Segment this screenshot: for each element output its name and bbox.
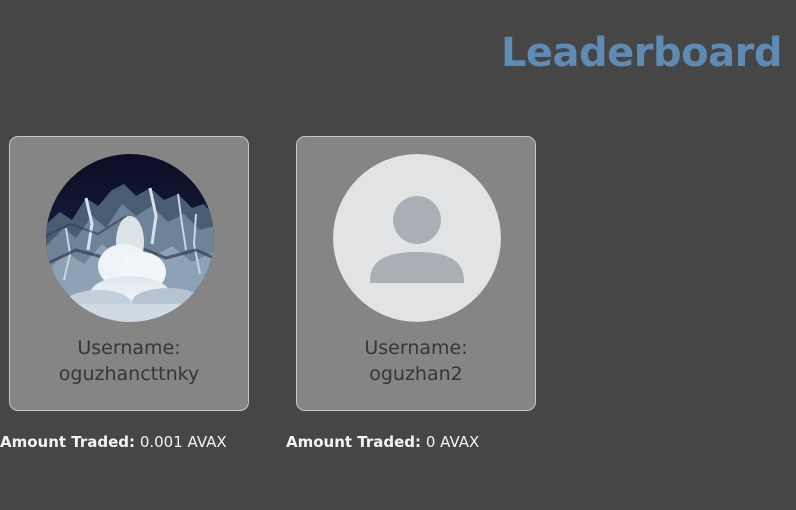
username-value: oguzhan2 <box>369 363 463 385</box>
username: Username: oguzhancttnky <box>10 335 248 387</box>
page-title: Leaderboard <box>500 30 783 76</box>
amount-traded-value: 0.001 AVAX <box>139 433 227 451</box>
leaderboard-card: Username: oguzhancttnky <box>9 136 249 411</box>
mountain-avalanche-photo <box>46 154 214 322</box>
default-user-avatar-icon <box>333 154 501 322</box>
amount-traded-label: Amount Traded: <box>286 433 422 451</box>
username: Username: oguzhan2 <box>297 335 535 387</box>
avatar <box>333 154 501 322</box>
avatar <box>46 154 214 322</box>
username-value: oguzhancttnky <box>58 363 200 385</box>
amount-traded: Amount Traded: 0.001 AVAX <box>0 433 227 451</box>
amount-traded-value: 0 AVAX <box>425 433 480 451</box>
username-label: Username: <box>364 337 468 359</box>
amount-traded-label: Amount Traded: <box>0 433 136 451</box>
username-label: Username: <box>77 337 181 359</box>
amount-traded: Amount Traded: 0 AVAX <box>286 433 479 451</box>
leaderboard-card: Username: oguzhan2 <box>296 136 536 411</box>
